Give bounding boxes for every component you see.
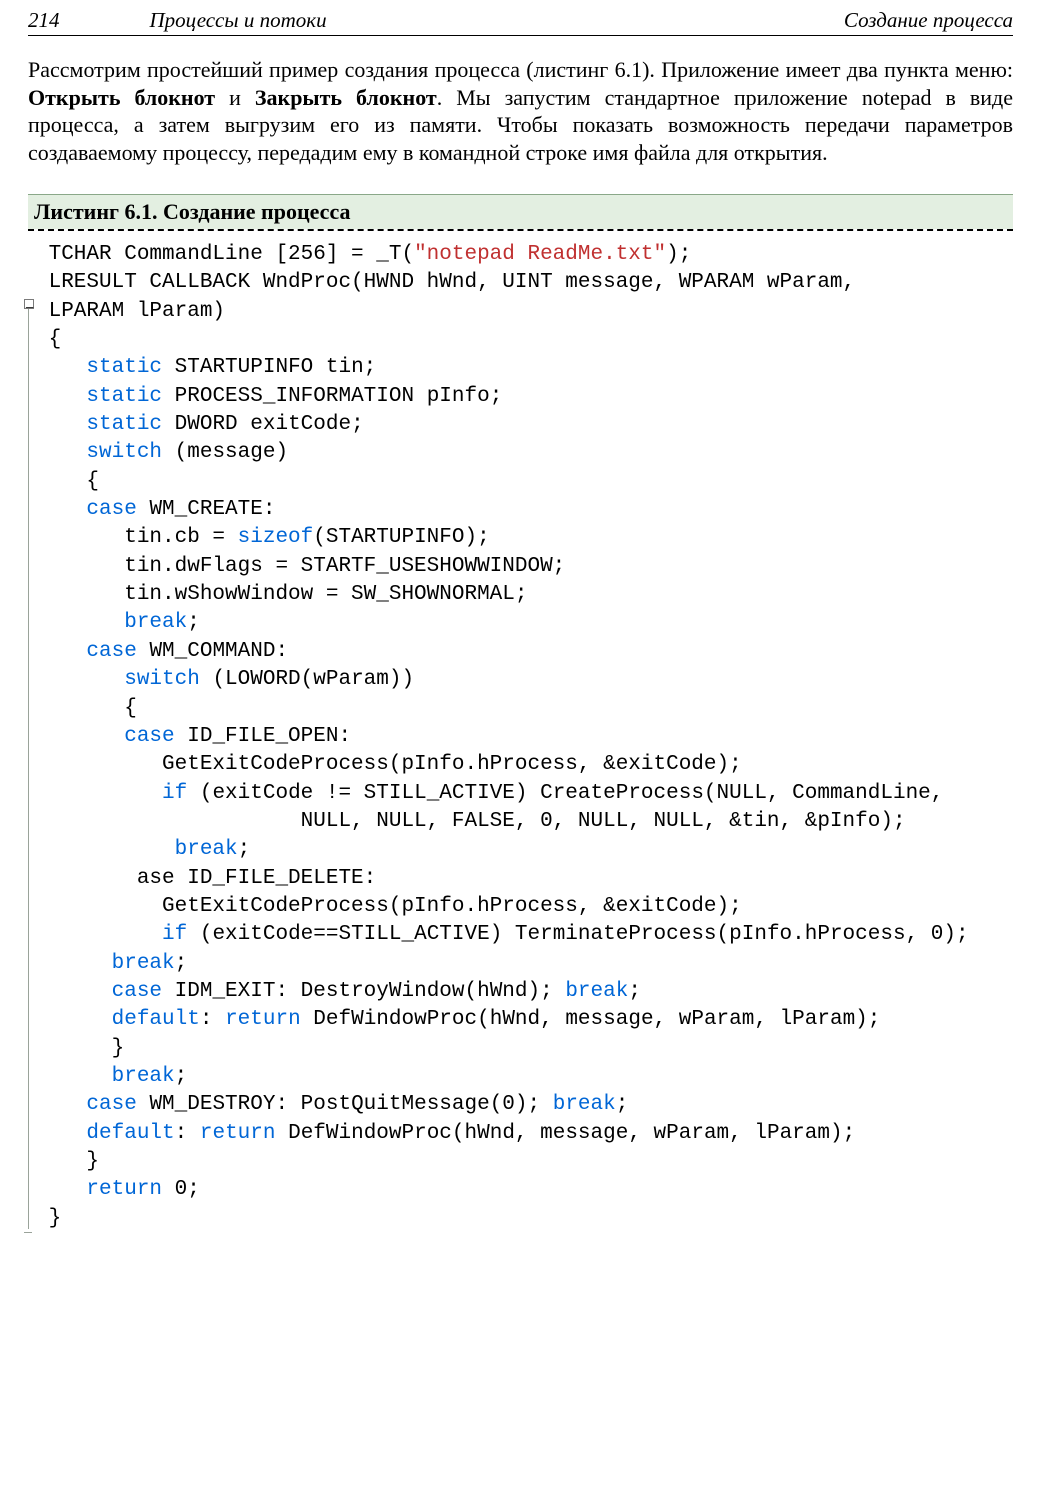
text: Рассмотрим простейший пример создания пр… — [28, 57, 1013, 82]
fold-end-marker — [24, 1232, 32, 1233]
bold-menu-close: Закрыть блокнот — [255, 85, 437, 110]
section-title: Создание процесса — [844, 8, 1013, 33]
fold-guide-line — [28, 309, 29, 1229]
chapter-title: Процессы и потоки — [60, 8, 844, 33]
fold-marker-icon: − — [24, 299, 34, 309]
running-header: 214 Процессы и потоки Создание процесса — [28, 8, 1013, 36]
listing-caption: Листинг 6.1. Создание процесса — [28, 194, 1013, 229]
listing-divider — [28, 229, 1013, 231]
code-block: − TCHAR CommandLine [256] = _T("notepad … — [28, 241, 1013, 1233]
intro-paragraph: Рассмотрим простейший пример создания пр… — [28, 56, 1013, 166]
listing-block: Листинг 6.1. Создание процесса − TCHAR C… — [28, 194, 1013, 1233]
text: и — [215, 85, 255, 110]
code-listing: TCHAR CommandLine [256] = _T("notepad Re… — [36, 241, 1013, 1233]
page-number: 214 — [28, 8, 60, 33]
bold-menu-open: Открыть блокнот — [28, 85, 215, 110]
